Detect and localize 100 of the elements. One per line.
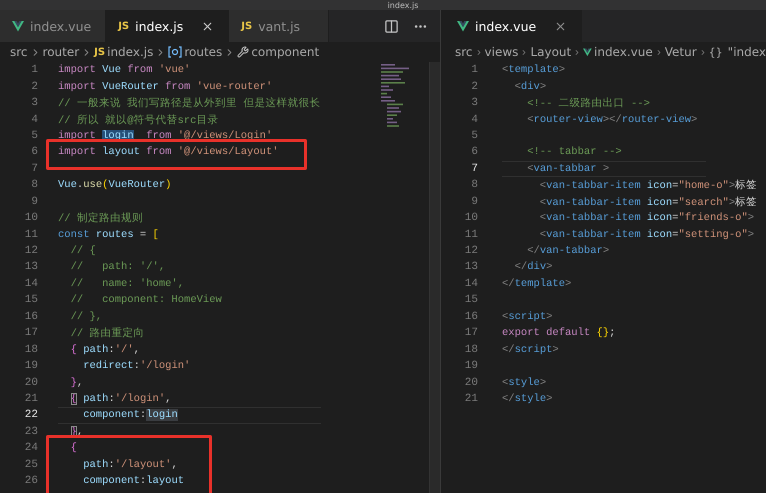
- code-line: // component: HomeView: [70, 294, 222, 306]
- code-line: import layout from '@/views/Layout': [58, 146, 279, 158]
- line-number: 2: [470, 80, 478, 93]
- line-number: 9: [30, 196, 38, 208]
- breadcrumb-item[interactable]: component: [251, 45, 320, 59]
- line-number: 8: [30, 179, 38, 192]
- js-file-icon: JS: [94, 46, 106, 58]
- line-number: 10: [24, 212, 38, 224]
- code-line: Vue.use(VueRouter): [58, 179, 172, 192]
- code-line: // 路由重定向: [70, 326, 145, 340]
- vue-logo-icon: [457, 20, 469, 32]
- breadcrumb-item[interactable]: src: [10, 45, 28, 59]
- line-number: 16: [24, 310, 38, 323]
- code-line: import login from '@/views/Login': [58, 130, 272, 142]
- line-number: 4: [30, 114, 38, 126]
- code-line: path:'/layout',: [82, 458, 178, 471]
- code-line: </van-tabbar>: [526, 245, 610, 258]
- code-line: { path:'/',: [70, 344, 140, 356]
- line-number: 11: [24, 228, 38, 241]
- object-icon: {}: [708, 46, 723, 58]
- line-number: 23: [24, 426, 38, 438]
- line-number: 8: [470, 179, 478, 192]
- line-number: 6: [470, 146, 478, 158]
- editor-tab[interactable]: JS vant.js: [229, 10, 330, 42]
- code-line: <router-view></router-view>: [526, 114, 698, 126]
- close-icon[interactable]: [554, 20, 568, 32]
- line-number: 18: [464, 344, 478, 356]
- line-number: 24: [24, 442, 38, 454]
- code-line: // 一般来说 我们写路径是从外到里 但是这样就很长: [58, 96, 321, 110]
- line-number: 9: [470, 196, 478, 208]
- editor-tab[interactable]: index.vue: [0, 10, 106, 42]
- code-line: // 制定路由规则: [58, 211, 143, 226]
- line-number: 19: [464, 360, 478, 372]
- line-number: 15: [24, 294, 38, 306]
- line-number: 3: [30, 97, 38, 110]
- code-line: export default {};: [502, 327, 616, 340]
- editor-tab[interactable]: index.vue: [445, 10, 582, 42]
- code-line: },: [70, 376, 84, 389]
- code-line: component:login: [82, 409, 178, 422]
- line-number: 18: [24, 344, 38, 356]
- js-file-icon: JS: [118, 20, 130, 32]
- line-number: 11: [464, 228, 478, 241]
- split-editor-icon[interactable]: [384, 18, 399, 34]
- line-number: 1: [30, 64, 38, 76]
- code-line: <div>: [514, 80, 546, 93]
- code-line: component:layout: [82, 475, 184, 488]
- editor-tab[interactable]: JS index.js: [106, 10, 230, 42]
- code-line: </template>: [502, 278, 572, 290]
- breadcrumb-item[interactable]: Vetur: [664, 45, 697, 59]
- breadcrumb-item[interactable]: views: [484, 45, 518, 59]
- window-title: index.js: [388, 1, 418, 10]
- breadcrumb-item[interactable]: routes: [184, 45, 222, 59]
- line-number: 15: [464, 294, 478, 306]
- line-number: 17: [464, 327, 478, 340]
- code-line: import VueRouter from 'vue-router': [58, 80, 272, 93]
- breadcrumb-item[interactable]: "index: [728, 45, 766, 59]
- code-line: </style>: [502, 392, 552, 405]
- variable-icon: [168, 46, 182, 58]
- breadcrumb-item[interactable]: Layout: [530, 45, 572, 59]
- scrollbar[interactable]: [429, 62, 440, 493]
- breadcrumb-item[interactable]: router: [42, 45, 80, 59]
- line-number: 14: [24, 278, 38, 290]
- code-line: redirect:'/login': [82, 360, 190, 372]
- code-line: <template>: [502, 64, 566, 76]
- code-line: {: [70, 442, 77, 454]
- code-line: <van-tabbar >: [526, 162, 610, 175]
- breadcrumb-item[interactable]: src: [455, 45, 473, 59]
- wrench-icon: [237, 46, 250, 58]
- line-number: 21: [24, 392, 38, 405]
- line-number: 2: [30, 80, 38, 93]
- line-number: 3: [470, 97, 478, 110]
- code-line: // 所以 就以@符号代替src目录: [58, 113, 218, 127]
- code-line: <van-tabbar-item icon="search">标签: [538, 196, 758, 209]
- line-number: 6: [30, 146, 38, 158]
- code-line: // {: [70, 245, 96, 258]
- code-line: </script>: [502, 344, 559, 356]
- close-icon[interactable]: [201, 20, 214, 32]
- line-number: 1: [470, 64, 478, 76]
- line-number: 4: [470, 114, 478, 126]
- line-number: 20: [24, 376, 38, 389]
- code-line: <van-tabbar-item icon="setting-o">: [538, 228, 754, 241]
- line-number: 19: [24, 360, 38, 372]
- breadcrumb-item[interactable]: index.vue: [594, 45, 653, 59]
- line-number: 5: [30, 130, 38, 142]
- line-number: 12: [464, 245, 478, 258]
- code-line: // name: 'home',: [70, 278, 184, 290]
- line-number: 25: [24, 458, 38, 471]
- line-number: 10: [464, 212, 478, 224]
- code-line: <!-- 二级路由出口 -->: [526, 96, 650, 110]
- code-line: <!-- tabbar -->: [526, 146, 622, 158]
- line-number: 14: [464, 278, 478, 290]
- vue-logo-icon: [583, 46, 592, 58]
- code-line: <van-tabbar-item icon="friends-o">: [538, 212, 754, 224]
- code-line: // path: '/',: [70, 261, 166, 274]
- code-line: <van-tabbar-item icon="home-o">标签: [538, 178, 758, 192]
- breadcrumb-item[interactable]: index.js: [107, 45, 154, 59]
- line-number: 20: [464, 376, 478, 389]
- line-number: 26: [24, 475, 38, 488]
- code-line: </div>: [514, 261, 552, 274]
- line-number: 12: [24, 245, 38, 258]
